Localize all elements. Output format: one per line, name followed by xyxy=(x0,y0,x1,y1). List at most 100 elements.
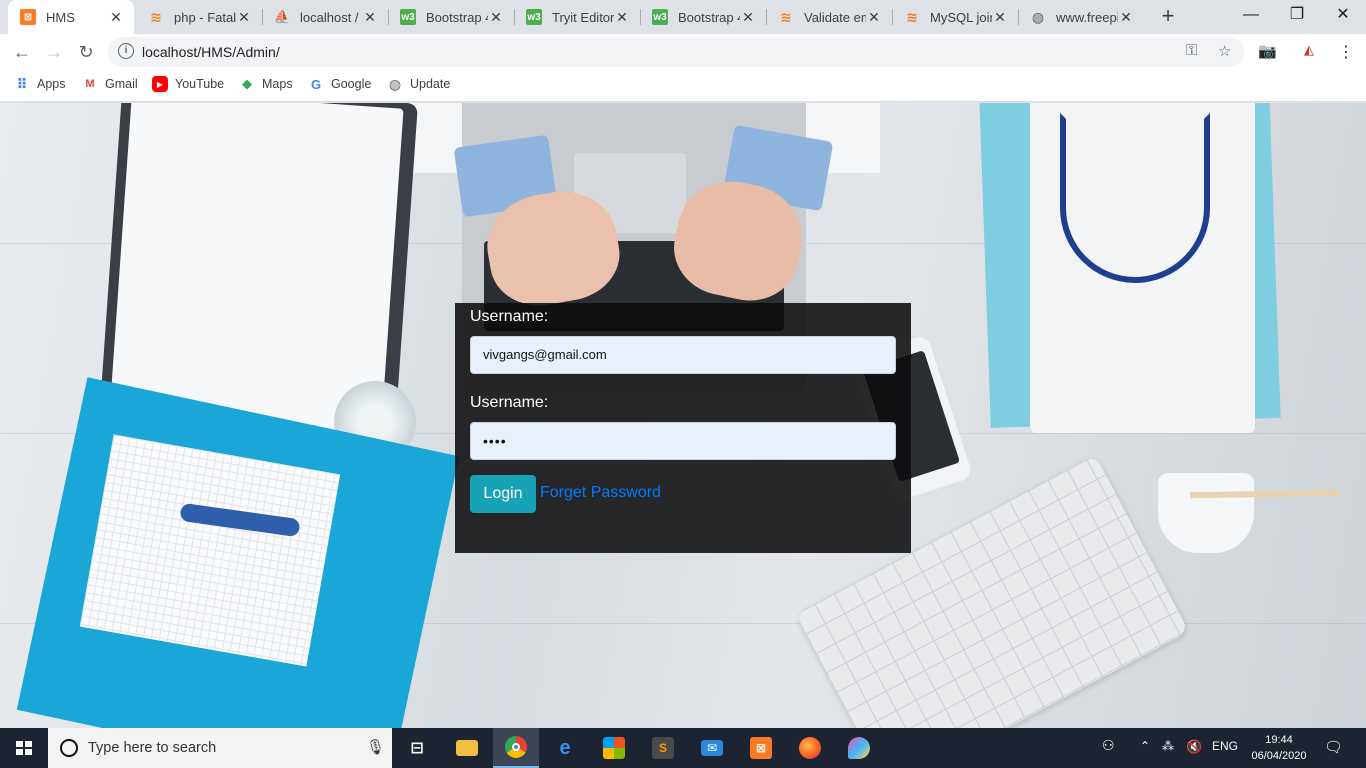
apps-grid-icon: ⠿ xyxy=(16,75,28,92)
tab-bootstrap-2[interactable]: w3 Bootstrap 4 ✕ xyxy=(640,0,766,34)
stackoverflow-icon: ≋ xyxy=(906,8,918,25)
tab-title: php - Fatal xyxy=(174,9,236,25)
minimize-button[interactable]: — xyxy=(1228,0,1274,34)
chrome-icon xyxy=(505,736,527,758)
url-text[interactable]: localhost/HMS/Admin/ xyxy=(142,44,280,60)
bookmark-maps[interactable]: ◆ Maps xyxy=(239,76,293,92)
new-tab-button[interactable]: + xyxy=(1156,5,1180,29)
close-window-button[interactable]: ✕ xyxy=(1320,0,1366,34)
language-indicator[interactable]: ENG xyxy=(1212,739,1238,753)
bookmark-gmail[interactable]: M Gmail xyxy=(82,76,138,92)
wifi-icon[interactable]: ⁂ xyxy=(1162,739,1174,753)
mail-button[interactable]: ✉ xyxy=(689,728,735,768)
tab-php-fatal[interactable]: ≋ php - Fatal ✕ xyxy=(136,0,262,34)
close-icon[interactable]: ✕ xyxy=(992,9,1008,26)
tab-localhost[interactable]: ⛵ localhost / ✕ xyxy=(262,0,388,34)
mail-icon: ✉ xyxy=(701,740,723,756)
edge-button[interactable]: e xyxy=(542,728,588,768)
microphone-icon[interactable]: 🎙 xyxy=(366,738,385,756)
paint-3d-icon xyxy=(848,737,870,759)
close-icon[interactable]: ✕ xyxy=(488,9,504,26)
bookmark-update[interactable]: ◍ Update xyxy=(387,76,450,92)
key-icon[interactable]: ⚿ xyxy=(1186,42,1197,59)
address-bar[interactable]: i localhost/HMS/Admin/ ⚿ ☆ xyxy=(108,37,1244,67)
tab-bootstrap-1[interactable]: w3 Bootstrap 4 ✕ xyxy=(388,0,514,34)
tab-mysql-join[interactable]: ≋ MySQL join ✕ xyxy=(892,0,1018,34)
tab-title: Validate em xyxy=(804,9,866,25)
tab-hms[interactable]: ⊠ HMS ✕ xyxy=(8,0,134,34)
restore-button[interactable]: ❐ xyxy=(1274,0,1320,34)
bookmark-youtube[interactable]: ▶ YouTube xyxy=(152,76,224,92)
people-icon[interactable]: ⚇ xyxy=(1102,737,1115,754)
task-view-icon: ⊟ xyxy=(410,740,424,757)
tab-validate-email[interactable]: ≋ Validate em ✕ xyxy=(766,0,892,34)
close-icon[interactable]: ✕ xyxy=(108,9,124,26)
close-icon[interactable]: ✕ xyxy=(866,9,882,26)
file-explorer-button[interactable] xyxy=(444,728,490,768)
edge-icon: e xyxy=(559,736,571,759)
tab-freepik[interactable]: ◍ www.freepil ✕ xyxy=(1018,0,1144,34)
youtube-icon: ▶ xyxy=(152,76,168,92)
tab-title: MySQL join xyxy=(930,9,992,25)
volume-muted-icon[interactable]: 🔇 xyxy=(1186,739,1202,755)
w3schools-icon: w3 xyxy=(400,9,416,25)
forget-password-link[interactable]: Forget Password xyxy=(540,484,661,502)
task-view-button[interactable]: ⊟ xyxy=(394,728,440,768)
username-input[interactable]: vivgangs@gmail.com xyxy=(470,336,896,374)
tab-title: Bootstrap 4 xyxy=(678,9,740,25)
tab-title: Bootstrap 4 xyxy=(426,9,488,25)
firefox-icon xyxy=(799,737,821,759)
bookmark-label: Apps xyxy=(37,77,66,91)
close-icon[interactable]: ✕ xyxy=(236,9,252,26)
google-icon: G xyxy=(310,76,322,92)
start-button[interactable] xyxy=(0,728,48,768)
bookmark-apps[interactable]: ⠿ Apps xyxy=(14,76,66,92)
password-input[interactable]: •••• xyxy=(470,422,896,460)
chrome-button[interactable] xyxy=(493,728,539,768)
windows-taskbar: Type here to search 🎙 ⊟ e S ✉ ⊠ ⚇ ⌃ ⁂ 🔇 … xyxy=(0,728,1366,768)
globe-icon: ◍ xyxy=(1031,8,1045,25)
close-icon[interactable]: ✕ xyxy=(362,9,378,26)
bookmark-label: Update xyxy=(410,77,451,91)
chevron-up-icon[interactable]: ⌃ xyxy=(1140,739,1150,753)
close-icon[interactable]: ✕ xyxy=(740,9,756,26)
bookmark-label: Maps xyxy=(262,77,293,91)
bookmark-label: Google xyxy=(331,77,372,91)
notifications-icon[interactable]: 🗨 xyxy=(1324,738,1343,756)
tab-tryit-editor[interactable]: w3 Tryit Editor ✕ xyxy=(514,0,640,34)
menu-dots-icon[interactable]: ⋮ xyxy=(1338,42,1354,62)
sublime-button[interactable]: S xyxy=(640,728,686,768)
clock[interactable]: 19:44 06/04/2020 xyxy=(1250,732,1308,764)
star-icon[interactable]: ☆ xyxy=(1218,42,1231,60)
forward-button[interactable]: → xyxy=(42,40,66,64)
back-button[interactable]: ← xyxy=(10,40,34,64)
info-icon[interactable]: i xyxy=(118,43,134,59)
paint-3d-button[interactable] xyxy=(836,728,882,768)
tab-title: Tryit Editor xyxy=(552,9,614,25)
extension-icon[interactable]: ◭ xyxy=(1304,42,1314,58)
w3schools-icon: w3 xyxy=(652,9,668,25)
taskbar-search[interactable]: Type here to search 🎙 xyxy=(48,728,392,768)
stackoverflow-icon: ≋ xyxy=(150,8,162,25)
close-icon[interactable]: ✕ xyxy=(614,9,630,26)
bookmark-label: Gmail xyxy=(105,77,138,91)
close-icon[interactable]: ✕ xyxy=(1118,9,1134,26)
windows-logo-icon xyxy=(16,741,32,755)
reload-button[interactable]: ↻ xyxy=(74,40,98,64)
firefox-button[interactable] xyxy=(787,728,833,768)
bookmark-google[interactable]: G Google xyxy=(308,76,371,92)
folder-icon xyxy=(456,740,478,756)
login-form: Username: vivgangs@gmail.com Username: •… xyxy=(455,303,911,553)
xampp-button[interactable]: ⊠ xyxy=(738,728,784,768)
w3schools-icon: w3 xyxy=(526,9,542,25)
gmail-icon: M xyxy=(85,78,95,90)
cortana-icon xyxy=(60,739,78,757)
bookmarks-bar: ⠿ Apps M Gmail ▶ YouTube ◆ Maps G Google… xyxy=(0,70,1366,102)
phpmyadmin-icon: ⛵ xyxy=(273,9,291,24)
xampp-icon: ⊠ xyxy=(20,9,36,25)
clock-date: 06/04/2020 xyxy=(1251,750,1307,762)
tab-title: HMS xyxy=(46,9,75,25)
camera-icon[interactable]: 📷 xyxy=(1258,42,1277,60)
store-button[interactable] xyxy=(591,728,637,768)
login-button[interactable]: Login xyxy=(470,475,536,513)
